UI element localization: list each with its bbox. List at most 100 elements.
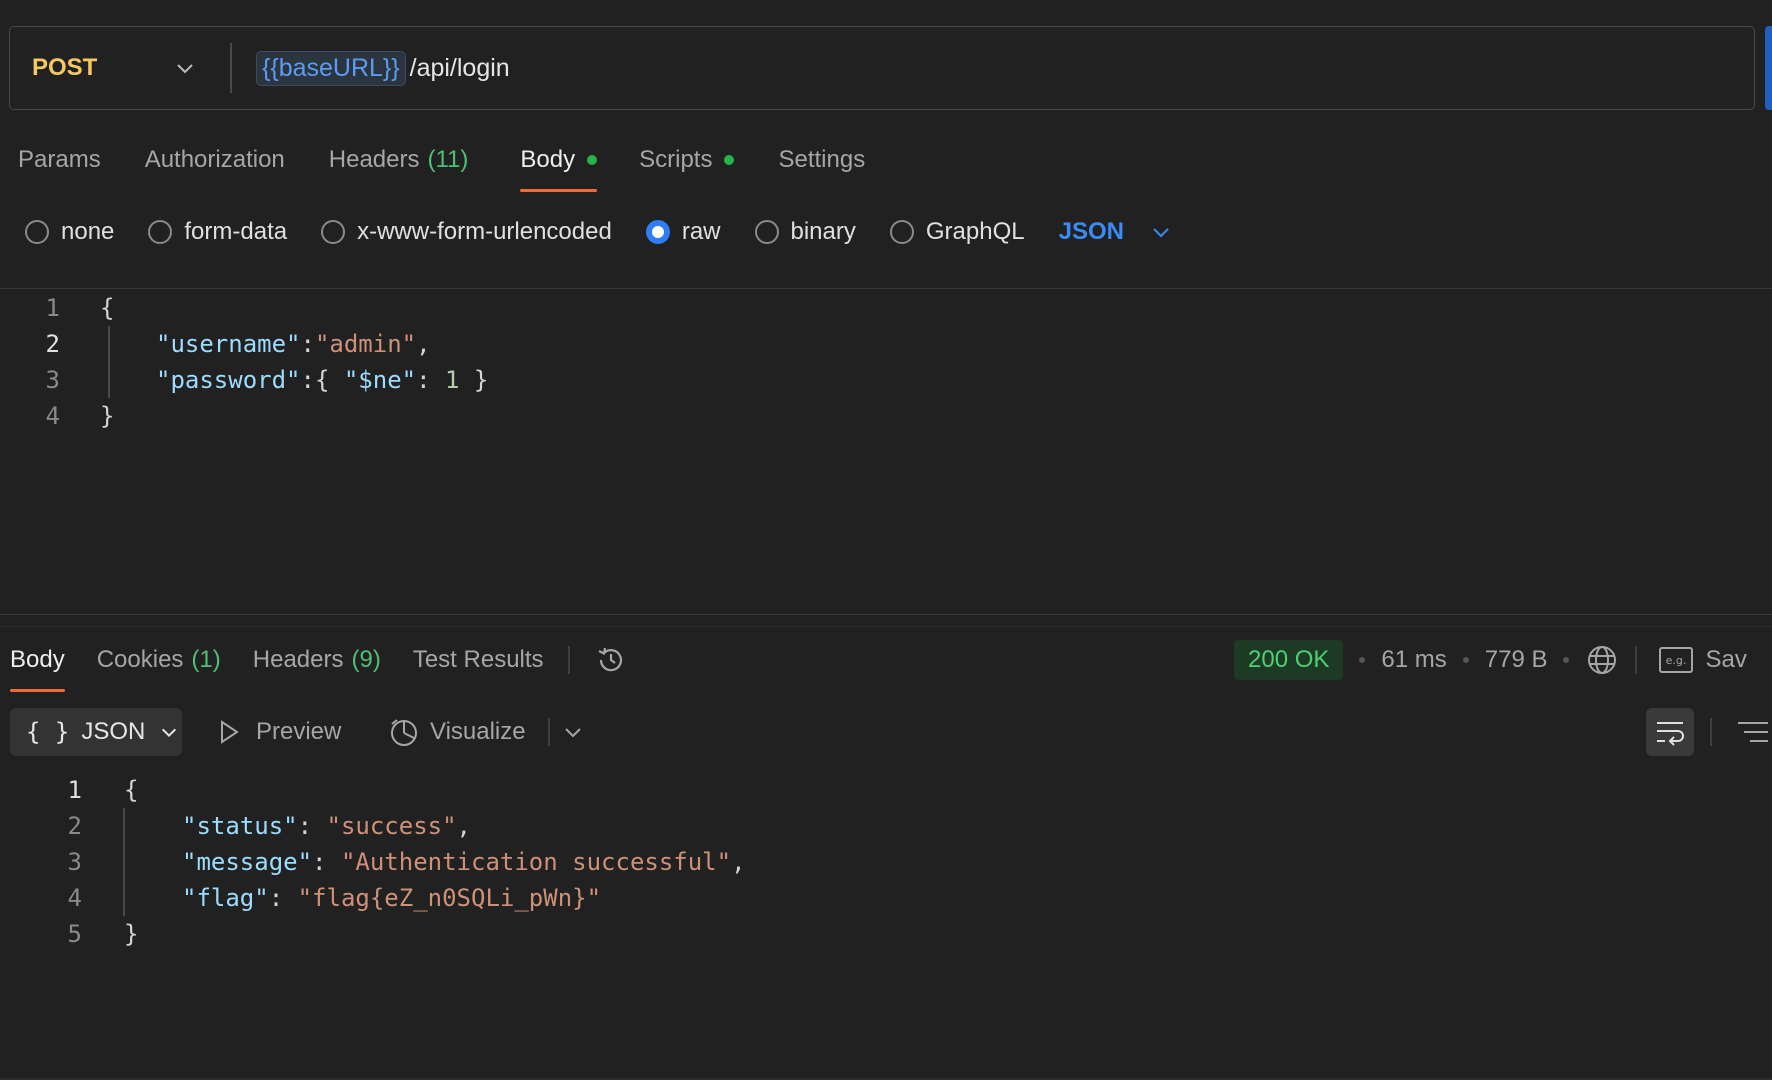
tab-headers[interactable]: Headers (11) (329, 140, 469, 180)
divider (1635, 646, 1638, 674)
json-value: "admin" (314, 330, 417, 358)
separator-dot (1462, 657, 1469, 663)
history-icon[interactable] (594, 643, 628, 677)
radio-form-data[interactable]: form-data (148, 218, 287, 246)
svg-text:e.g.: e.g. (1666, 654, 1687, 667)
tab-label: Authorization (144, 146, 285, 173)
tab-settings[interactable]: Settings (778, 140, 865, 180)
json-value: "flag{eZ_n0SQLi_pWn}" (297, 884, 602, 912)
json-key: "$ne" (343, 366, 417, 394)
url-input[interactable]: {{baseURL}} /api/login (256, 50, 510, 86)
radio-label: form-data (184, 218, 288, 245)
code-line: 3 "password":{ "$ne": 1 } (16, 362, 489, 398)
divider (1710, 718, 1712, 746)
response-body-viewer[interactable]: 1{ 2 "status": "success", 3 "message": "Au… (38, 772, 746, 952)
tab-label: Test Results (412, 646, 544, 673)
divider (567, 646, 570, 674)
example-icon[interactable]: e.g. (1659, 647, 1694, 673)
code-line: 4} (16, 398, 488, 434)
visualize-button[interactable]: Visualize (388, 708, 526, 756)
radio-none[interactable]: none (25, 218, 114, 246)
visualize-label: Visualize (430, 718, 526, 745)
json-value: "Authentication successful" (340, 848, 732, 876)
line-number: 5 (67, 920, 82, 948)
radio-circle-icon (25, 220, 49, 244)
request-body-editor[interactable]: 1{ 2 "username": "admin", 3 "password":{ "$… (16, 290, 489, 434)
separator-dot (1359, 657, 1366, 663)
json-key: "message" (182, 848, 313, 876)
line-number: 2 (67, 812, 82, 840)
json-key: "password" (156, 366, 301, 394)
braces-icon: { } (26, 718, 70, 746)
send-button-edge[interactable] (1765, 26, 1772, 110)
language-select[interactable]: JSON (1059, 218, 1172, 246)
preview-button[interactable]: Preview (216, 708, 341, 756)
wrap-lines-button[interactable] (1646, 708, 1694, 756)
tab-label: Params (18, 146, 101, 173)
code-line: 4 "flag": "flag{eZ_n0SQLi_pWn}" (38, 880, 746, 916)
url-variable[interactable]: {{baseURL}} (256, 50, 406, 86)
tab-label: Scripts (639, 146, 713, 173)
line-number: 1 (67, 776, 82, 804)
json-key: "flag" (182, 884, 269, 912)
line-number: 3 (45, 366, 60, 394)
visualize-options-button[interactable] (562, 708, 584, 756)
save-response-button[interactable]: Sav (1705, 646, 1746, 674)
filter-icon[interactable] (1736, 718, 1770, 748)
json-key: "status" (182, 812, 298, 840)
code-line: 1{ (16, 290, 488, 326)
radio-raw[interactable]: raw (645, 218, 721, 246)
tab-cookies[interactable]: Cookies (1) (97, 640, 221, 680)
response-time[interactable]: 61 ms (1381, 646, 1446, 674)
response-tabs: Body Cookies (1) Headers (9) Test Results (10, 640, 628, 692)
radio-circle-icon (754, 220, 779, 244)
method-select[interactable]: POST (10, 27, 230, 109)
globe-icon[interactable] (1585, 643, 1619, 677)
radio-circle-icon (321, 220, 346, 244)
url-divider (230, 43, 232, 93)
json-value: "success" (326, 812, 457, 840)
radio-selected-icon (645, 220, 670, 244)
request-tabs: Params Authorization Headers (11) Body S… (18, 140, 865, 192)
divider (548, 718, 550, 746)
status-badge[interactable]: 200 OK (1234, 640, 1344, 680)
tab-response-body[interactable]: Body (10, 640, 65, 692)
radio-label: GraphQL (925, 218, 1025, 245)
tab-count: (9) (351, 646, 381, 673)
tab-scripts[interactable]: Scripts (639, 140, 735, 180)
wrap-icon (1657, 722, 1684, 746)
response-size[interactable]: 779 B (1485, 646, 1548, 674)
preview-label: Preview (256, 718, 342, 745)
tab-authorization[interactable]: Authorization (145, 140, 285, 180)
code-line: 3 "message": "Authentication successful", (38, 844, 746, 880)
tab-count: (1) (191, 646, 221, 673)
radio-circle-icon (889, 220, 914, 244)
tab-test-results[interactable]: Test Results (413, 640, 544, 680)
divider (0, 288, 1772, 289)
pane-splitter[interactable] (0, 614, 1772, 615)
chevron-down-icon (162, 728, 177, 738)
tab-count: (11) (427, 146, 469, 173)
line-number: 4 (45, 402, 60, 430)
url-path: /api/login (409, 53, 510, 82)
line-number: 2 (45, 330, 60, 358)
tab-response-headers[interactable]: Headers (9) (253, 640, 381, 680)
radio-label: raw (681, 218, 721, 245)
tab-params[interactable]: Params (18, 140, 101, 180)
chevron-down-icon (1153, 228, 1169, 238)
tab-body[interactable]: Body (520, 140, 598, 192)
tab-label: Headers (328, 146, 420, 173)
chevron-down-icon (177, 64, 193, 74)
json-value: 1 (445, 366, 460, 394)
response-format-select[interactable]: { } JSON (10, 708, 182, 756)
line-number: 4 (67, 884, 82, 912)
radio-urlencoded[interactable]: x-www-form-urlencoded (321, 218, 612, 246)
response-meta: 200 OK 61 ms 779 B e.g. Sav (1234, 640, 1747, 680)
line-number: 1 (45, 294, 60, 322)
tab-label: Headers (252, 646, 344, 673)
radio-binary[interactable]: binary (754, 218, 856, 246)
radio-circle-icon (148, 220, 173, 244)
code-line: 5} (38, 916, 746, 952)
radio-graphql[interactable]: GraphQL (889, 218, 1025, 246)
tab-label: Cookies (96, 646, 184, 673)
